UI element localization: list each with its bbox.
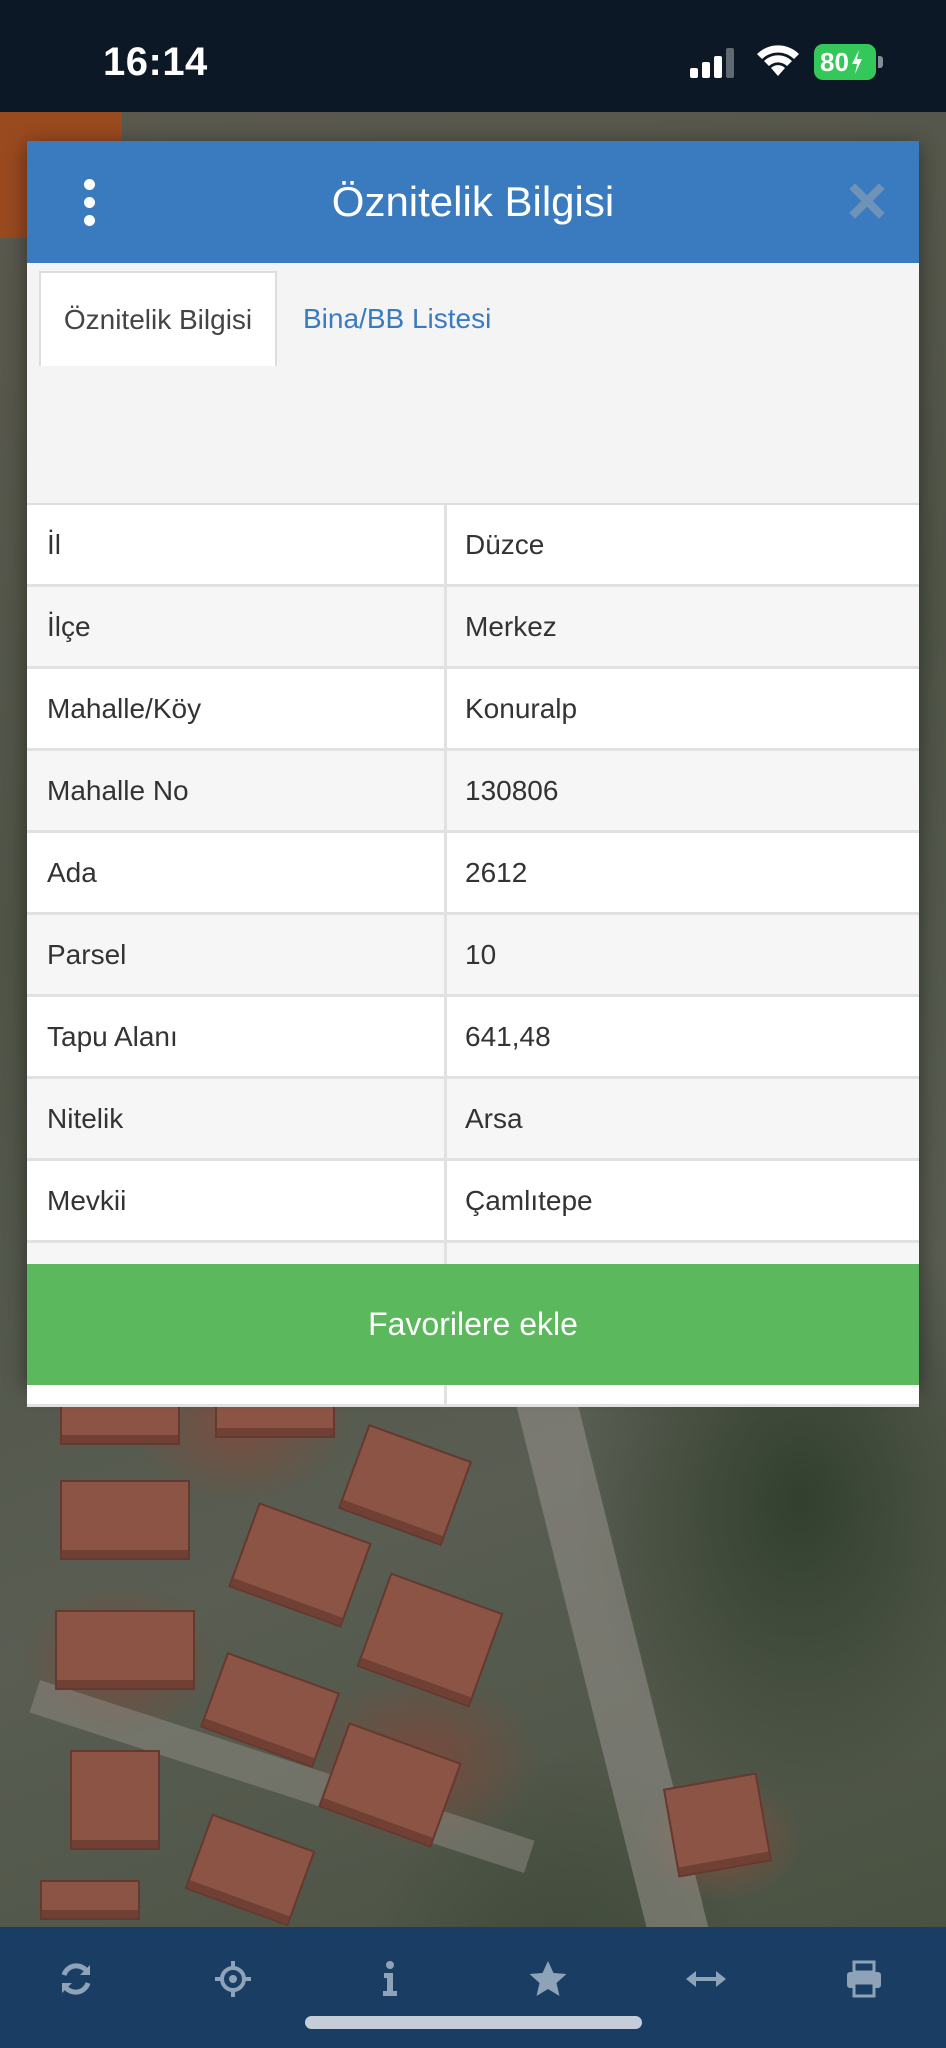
row-value: Düzce [465, 528, 545, 560]
row-key: Tapu Alanı [27, 997, 447, 1076]
info-icon[interactable] [364, 1953, 416, 2005]
row-value: Çamlıtepe [465, 1184, 593, 1216]
add-to-favorites-button[interactable]: Favorilere ekle [27, 1264, 919, 1385]
refresh-icon[interactable] [50, 1953, 102, 2005]
row-key: Parsel [27, 915, 447, 994]
table-row: Tapu Alanı 641,48 [27, 997, 919, 1079]
table-row: İlçe Merkez [27, 587, 919, 669]
row-value: 2612 [465, 856, 528, 888]
row-value: Arsa [465, 1102, 523, 1134]
attribute-info-modal: Öznitelik Bilgisi Öznitelik Bilgisi Bina… [27, 141, 919, 1407]
row-value: 130806 [465, 774, 559, 806]
table-row: İl Düzce [27, 505, 919, 587]
row-key: Nitelik [27, 1079, 447, 1158]
cellular-signal-icon [690, 48, 738, 78]
table-row: Mahalle/Köy Konuralp [27, 669, 919, 751]
locate-icon[interactable] [207, 1953, 259, 2005]
star-icon[interactable] [522, 1953, 574, 2005]
row-key: Ada [27, 833, 447, 912]
map-building [40, 1880, 140, 1920]
kebab-menu-icon[interactable] [75, 179, 105, 227]
table-row: Mevkii Çamlıtepe [27, 1161, 919, 1243]
row-key: İl [27, 505, 447, 584]
map-building [60, 1480, 190, 1560]
modal-header: Öznitelik Bilgisi [27, 141, 919, 263]
table-row: Parsel 10 [27, 915, 919, 997]
table-row: Nitelik Arsa [27, 1079, 919, 1161]
bottom-toolbar [0, 1927, 946, 2048]
map-building [184, 1813, 316, 1927]
map-building [55, 1610, 195, 1690]
map-building [70, 1750, 160, 1850]
modal-title: Öznitelik Bilgisi [331, 178, 615, 225]
table-row: Mahalle No 130806 [27, 751, 919, 833]
charging-bolt-icon [851, 50, 862, 74]
map-building [228, 1502, 372, 1628]
measure-icon[interactable] [680, 1953, 732, 2005]
battery-charging-icon: 80 [814, 44, 883, 80]
row-value: 641,48 [465, 1020, 551, 1052]
tab-building-list[interactable]: Bina/BB Listesi [303, 271, 563, 366]
row-key: İlçe [27, 587, 447, 666]
row-value: Merkez [465, 610, 557, 642]
map-building [356, 1572, 504, 1708]
home-indicator[interactable] [305, 2016, 642, 2029]
status-time: 16:14 [103, 40, 208, 84]
row-value: Konuralp [465, 692, 578, 724]
table-row: Ada 2612 [27, 833, 919, 915]
app-screen: 16:14 80 Öznitelik Bilgisi Öznitelik Bil… [0, 0, 946, 2048]
print-icon[interactable] [838, 1953, 890, 2005]
map-building [337, 1423, 473, 1547]
row-value: 10 [465, 938, 497, 970]
map-building [662, 1772, 773, 1878]
battery-percent: 80 [820, 46, 849, 77]
row-key: Mahalle/Köy [27, 669, 447, 748]
status-bar: 16:14 80 [0, 0, 946, 112]
wifi-icon [757, 45, 799, 76]
row-key: Mevkii [27, 1161, 447, 1240]
tab-attribute-info[interactable]: Öznitelik Bilgisi [39, 271, 277, 366]
close-icon[interactable] [847, 181, 887, 221]
row-key: Mahalle No [27, 751, 447, 830]
